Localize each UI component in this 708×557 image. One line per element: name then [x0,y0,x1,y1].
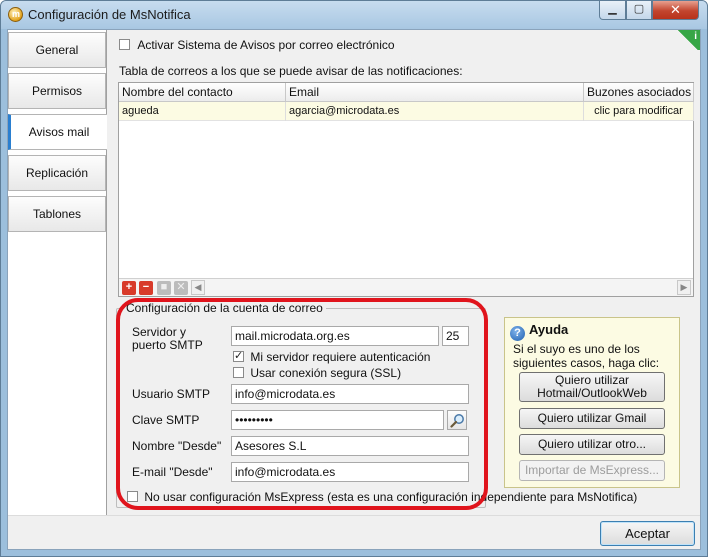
import-msexpress-button[interactable]: Importar de MsExpress... [519,460,665,481]
table-navigator: + − ■ ✕ ◀ ▶ [119,278,693,296]
scroll-right-icon[interactable]: ▶ [677,280,691,295]
activate-alerts-label: Activar Sistema de Avisos por correo ele… [137,38,395,52]
tab-replicacion[interactable]: Replicación [8,155,106,191]
column-header-email[interactable]: Email [286,83,584,102]
server-label-line2: puerto SMTP [132,338,203,352]
no-msexpress-row[interactable]: No usar configuración MsExpress (esta es… [127,490,637,504]
info-icon[interactable]: i [676,30,700,50]
tab-permisos[interactable]: Permisos [8,73,106,109]
magnifier-icon [450,414,464,428]
dialog-window: m Configuración de MsNotifica ▁ ▢ ✕ Gene… [0,0,708,557]
minimize-button[interactable]: ▁ [599,1,626,20]
avisos-mail-panel: i Activar Sistema de Avisos por correo e… [107,30,700,515]
auth-checkbox[interactable] [233,349,244,362]
use-hotmail-button[interactable]: Quiero utilizar Hotmail/OutlookWeb [519,372,665,402]
save-record-icon[interactable]: ■ [157,281,171,295]
email-table-header: Nombre del contacto Email Buzones asocia… [119,83,694,102]
use-other-button[interactable]: Quiero utilizar otro... [519,434,665,455]
ssl-label: Usar conexión segura (SSL) [250,366,402,380]
column-header-mailboxes[interactable]: Buzones asociados [584,83,694,102]
help-title-text: Ayuda [529,322,569,337]
show-password-button[interactable] [447,410,467,430]
delete-record-icon[interactable]: − [139,281,153,295]
dialog-client-area: General Permisos Avisos mail Replicación… [7,29,701,550]
activate-alerts-row[interactable]: Activar Sistema de Avisos por correo ele… [119,38,395,52]
smtp-port-input[interactable]: 25 [442,326,469,346]
auth-label: Mi servidor requiere autenticación [250,350,431,364]
help-title: ? Ayuda [510,322,568,341]
smtp-user-input[interactable]: info@microdata.es [231,384,469,404]
window-title: Configuración de MsNotifica [28,7,191,22]
title-bar[interactable]: m Configuración de MsNotifica ▁ ▢ ✕ [1,1,707,29]
cell-mailboxes-link[interactable]: clic para modificar [584,102,694,121]
cell-contact[interactable]: agueda [119,102,286,121]
use-hotmail-label-line2: Hotmail/OutlookWeb [537,386,647,400]
email-table-caption: Tabla de correos a los que se puede avis… [119,64,463,78]
app-logo-icon: m [8,7,23,22]
from-name-input[interactable]: Asesores S.L [231,436,469,456]
tab-avisos-mail[interactable]: Avisos mail [8,114,107,150]
help-text: Si el suyo es uno de los siguientes caso… [513,342,660,370]
from-email-input[interactable]: info@microdata.es [231,462,469,482]
smtp-password-input[interactable]: ••••••••• [231,410,444,430]
help-question-icon: ? [510,326,525,341]
maximize-button[interactable]: ▢ [626,1,652,20]
vertical-tab-strip: General Permisos Avisos mail Replicación… [8,30,107,515]
table-row[interactable]: agueda agarcia@microdata.es clic para mo… [119,102,694,121]
cancel-record-icon[interactable]: ✕ [174,281,188,295]
no-msexpress-label: No usar configuración MsExpress (esta es… [144,490,638,504]
accept-button[interactable]: Aceptar [600,521,695,546]
cell-email[interactable]: agarcia@microdata.es [286,102,584,121]
smtp-server-input[interactable]: mail.microdata.org.es [231,326,439,346]
tab-general[interactable]: General [8,32,106,68]
ssl-checkbox[interactable] [233,367,244,378]
scroll-left-icon[interactable]: ◀ [191,280,205,295]
auth-row[interactable]: Mi servidor requiere autenticación [233,349,431,364]
user-label: Usuario SMTP [132,387,211,401]
add-record-icon[interactable]: + [122,281,136,295]
column-header-contact[interactable]: Nombre del contacto [119,83,286,102]
smtp-account-legend: Configuración de la cuenta de correo [123,301,326,315]
help-box: ? Ayuda Si el suyo es uno de los siguient… [504,317,680,488]
password-label: Clave SMTP [132,413,200,427]
from-email-label: E-mail "Desde" [132,465,213,479]
ssl-row[interactable]: Usar conexión segura (SSL) [233,366,401,380]
from-name-label: Nombre "Desde" [132,439,222,453]
email-table: Nombre del contacto Email Buzones asocia… [118,82,694,297]
tab-tablones[interactable]: Tablones [8,196,106,232]
dialog-footer: Aceptar [8,515,700,549]
close-button[interactable]: ✕ [652,1,699,20]
no-msexpress-checkbox[interactable] [127,491,138,502]
use-gmail-button[interactable]: Quiero utilizar Gmail [519,408,665,429]
activate-alerts-checkbox[interactable] [119,39,130,50]
